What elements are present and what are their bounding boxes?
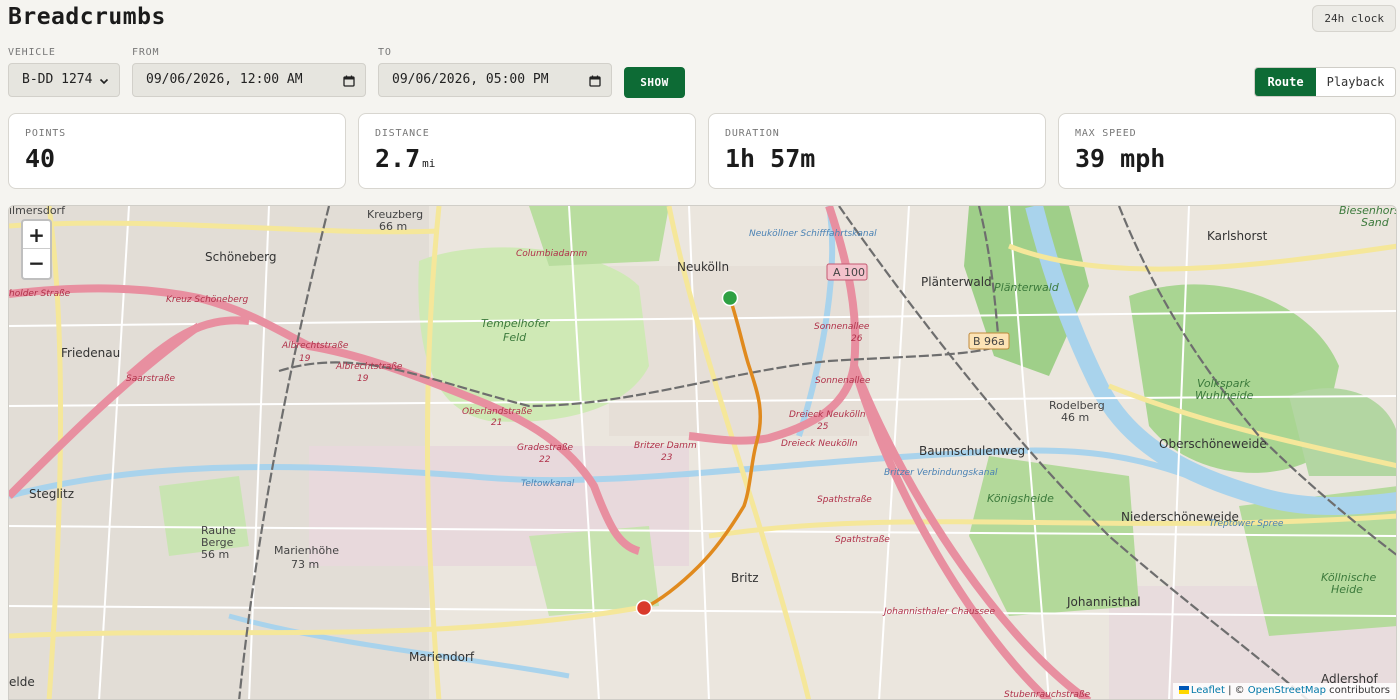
elevation-label: 66 m	[379, 220, 407, 233]
park-label: Tempelhofer	[481, 317, 551, 330]
from-label: FROM	[132, 47, 160, 58]
road-label: Kreuz Schöneberg	[166, 295, 248, 305]
place-label: Johannisthal	[1066, 595, 1141, 609]
vehicle-label: VEHICLE	[8, 47, 56, 58]
road-label: Spathstraße	[817, 495, 872, 505]
road-label: Columbiadamm	[516, 249, 587, 259]
park-label: Plänterwald	[994, 281, 1060, 294]
road-label: 23	[661, 453, 673, 463]
road-label: Sonnenallee	[814, 322, 870, 332]
stat-value: 2.7 mi	[375, 144, 436, 173]
elevation-label: 46 m	[1061, 411, 1089, 424]
park-label: Sand	[1361, 216, 1390, 229]
road-label: holder Straße	[9, 289, 71, 299]
place-label: Friedenau	[61, 346, 120, 360]
park-label: Wuhlheide	[1195, 389, 1254, 402]
vehicle-select[interactable]: B-DD 1274	[8, 63, 120, 97]
road-label: Sonnenallee	[815, 376, 871, 386]
elevation-label: 73 m	[291, 558, 319, 571]
stat-card-duration: DURATION 1h 57m	[708, 113, 1046, 189]
leaflet-link[interactable]: Leaflet	[1191, 685, 1225, 696]
route-map[interactable]: ilmersdorf Schöneberg Friedenau Steglitz…	[8, 205, 1397, 700]
place-label: Plänterwald	[921, 275, 992, 289]
chevron-down-icon	[99, 64, 109, 96]
stat-card-distance: DISTANCE 2.7 mi	[358, 113, 696, 189]
view-toggle: Route Playback	[1254, 67, 1396, 97]
zoom-in-button[interactable]: +	[23, 221, 50, 249]
place-label: elde	[9, 675, 35, 689]
calendar-icon[interactable]	[589, 64, 601, 96]
stat-value: 40	[25, 144, 56, 173]
road-label: 19	[299, 354, 311, 364]
place-label: ilmersdorf	[9, 206, 66, 217]
place-label: Oberschöneweide	[1159, 437, 1267, 451]
calendar-icon[interactable]	[343, 64, 355, 96]
road-label: Stubenrauchstraße	[1004, 690, 1091, 700]
stat-value: 39 mph	[1075, 144, 1166, 173]
road-shield-label: B 96a	[973, 335, 1005, 348]
osm-link[interactable]: OpenStreetMap	[1248, 685, 1326, 696]
road-label: 21	[491, 418, 502, 428]
road-label: Dreieck Neukölln	[789, 410, 866, 420]
from-datetime-input[interactable]: 09/06/2026, 12:00 AM	[132, 63, 366, 97]
place-label: Baumschulenweg	[919, 444, 1025, 458]
app-title: Breadcrumbs	[8, 4, 166, 30]
from-value: 09/06/2026, 12:00 AM	[146, 72, 303, 87]
road-label: Oberlandstraße	[462, 407, 533, 417]
park-label: Feld	[503, 331, 527, 344]
road-label: Dreieck Neukölln	[781, 439, 858, 449]
stat-card-max-speed: MAX SPEED 39 mph	[1058, 113, 1396, 189]
water-label: Treptower Spree	[1209, 519, 1284, 529]
route-tab[interactable]: Route	[1255, 68, 1316, 96]
road-label: 22	[539, 455, 551, 465]
place-label: Mariendorf	[409, 650, 475, 664]
road-label: Albrechtstraße	[335, 362, 403, 372]
zoom-out-button[interactable]: −	[23, 249, 50, 277]
water-label: Teltowkanal	[521, 479, 575, 489]
place-label: Neukölln	[677, 260, 729, 274]
vehicle-value: B-DD 1274	[22, 72, 93, 87]
road-label: Saarstraße	[126, 374, 176, 384]
road-shield-label: A 100	[833, 266, 865, 279]
stat-label: DISTANCE	[375, 128, 430, 139]
ukraine-flag-icon	[1178, 686, 1189, 694]
clock-format-button[interactable]: 24h clock	[1312, 5, 1396, 32]
road-label: Albrechtstraße	[281, 341, 349, 351]
stat-label: DURATION	[725, 128, 780, 139]
to-label: TO	[378, 47, 392, 58]
road-label: Gradestraße	[517, 443, 574, 453]
road-label: 19	[357, 374, 369, 384]
stat-label: POINTS	[25, 128, 66, 139]
elevation-label: 56 m	[201, 548, 229, 561]
stat-value: 1h 57m	[725, 144, 816, 173]
place-label: Marienhöhe	[274, 544, 339, 557]
place-label: Steglitz	[29, 487, 74, 501]
water-label: Britzer Verbindungskanal	[884, 468, 998, 478]
route-start-marker[interactable]	[721, 289, 739, 307]
place-label: Karlshorst	[1207, 229, 1268, 243]
road-label: 26	[851, 334, 863, 344]
place-label: Schöneberg	[205, 250, 277, 264]
to-value: 09/06/2026, 05:00 PM	[392, 72, 549, 87]
road-label: Britzer Damm	[634, 441, 697, 451]
place-label: Britz	[731, 571, 759, 585]
park-label: Heide	[1331, 583, 1363, 596]
road-label: Spathstraße	[835, 535, 890, 545]
stat-label: MAX SPEED	[1075, 128, 1137, 139]
zoom-control: + −	[21, 219, 52, 280]
park-label: Königsheide	[987, 492, 1054, 505]
show-button[interactable]: SHOW	[624, 67, 685, 98]
water-label: Neuköllner Schifffahrtskanal	[749, 229, 877, 239]
road-label: 25	[817, 422, 829, 432]
map-tiles[interactable]: ilmersdorf Schöneberg Friedenau Steglitz…	[9, 206, 1397, 700]
road-label: Johannisthaler Chaussee	[882, 607, 995, 617]
playback-tab[interactable]: Playback	[1316, 68, 1395, 96]
map-attribution: Leaflet | © OpenStreetMap contributors	[1172, 683, 1396, 699]
route-end-marker[interactable]	[635, 599, 653, 617]
to-datetime-input[interactable]: 09/06/2026, 05:00 PM	[378, 63, 612, 97]
stat-card-points: POINTS 40	[8, 113, 346, 189]
